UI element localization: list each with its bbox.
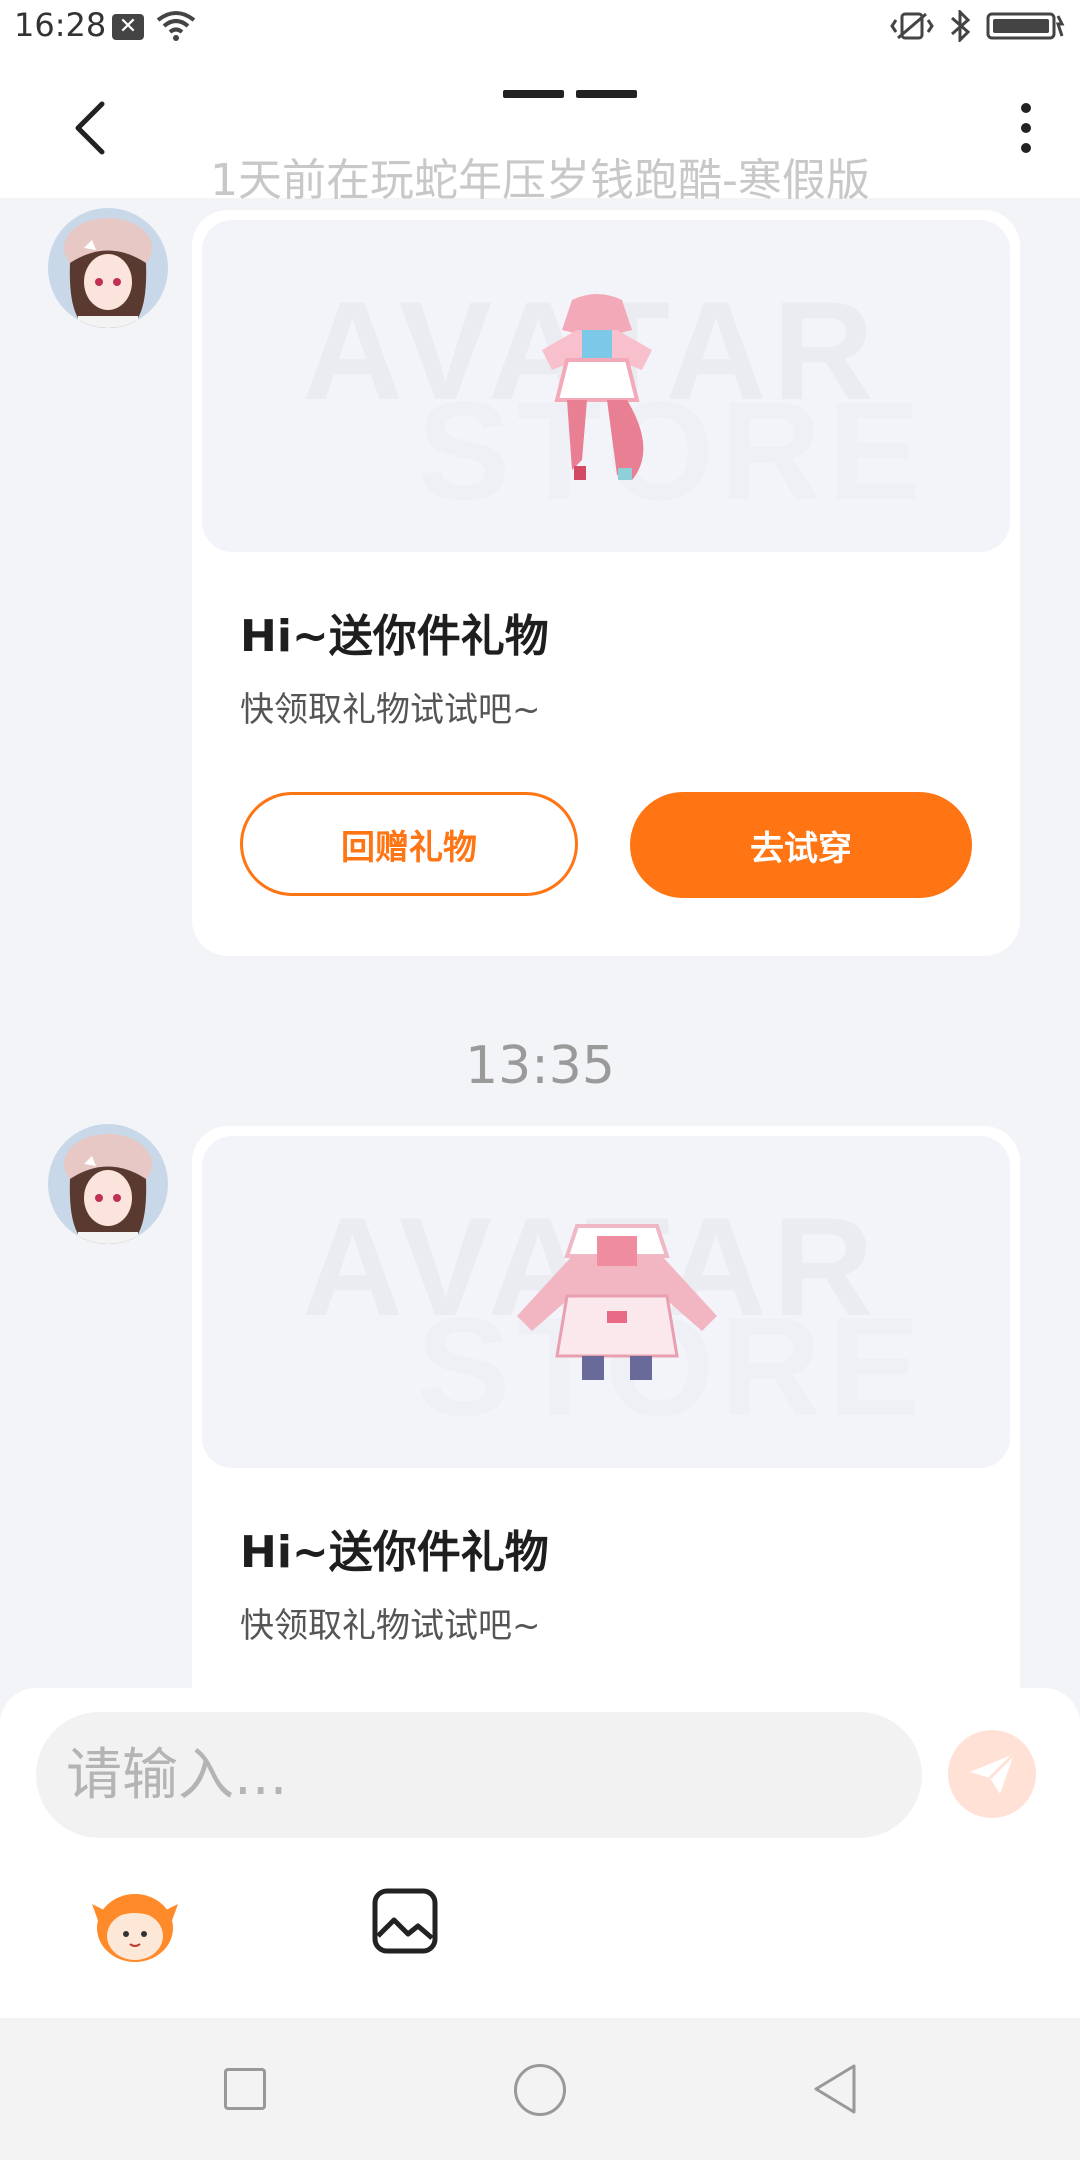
- return-gift-button[interactable]: 回赠礼物: [240, 792, 578, 896]
- gift-card-subtitle: 快领取礼物试试吧~: [240, 690, 541, 730]
- system-nav-bar: [0, 2018, 1080, 2160]
- status-time: 16:28: [14, 6, 107, 44]
- battery-icon: [986, 12, 1065, 40]
- home-icon[interactable]: [514, 2064, 566, 2116]
- vibrate-icon: [890, 12, 934, 40]
- sender-avatar[interactable]: [48, 208, 168, 328]
- gift-card[interactable]: AVATAR STORE Hi~送你件礼物 快领取礼物试试吧~ 回赠礼物 去试穿: [192, 210, 1020, 956]
- recent-apps-icon[interactable]: [224, 2068, 266, 2110]
- outfit-figure: [517, 1224, 717, 1380]
- contact-name-masked: [503, 90, 637, 98]
- mascot-sticker-icon[interactable]: [90, 1886, 180, 1966]
- input-panel: [0, 1688, 1080, 2018]
- send-button[interactable]: [948, 1730, 1036, 1818]
- activity-subtitle: 1天前在玩蛇年压岁钱跑酷-寒假版: [210, 155, 870, 206]
- try-on-button[interactable]: 去试穿: [630, 792, 972, 898]
- wifi-icon: [156, 11, 196, 41]
- gift-card-title: Hi~送你件礼物: [240, 1527, 549, 1578]
- notification-x-icon: ✕: [112, 14, 144, 40]
- bluetooth-icon: [951, 10, 971, 42]
- message-input[interactable]: [36, 1712, 922, 1838]
- gift-preview-image[interactable]: AVATAR STORE: [202, 1136, 1010, 1468]
- image-icon[interactable]: [372, 1888, 438, 1954]
- more-vert-icon[interactable]: [1006, 98, 1046, 158]
- send-icon: [970, 1752, 1016, 1794]
- sender-avatar[interactable]: [48, 1124, 168, 1244]
- gift-card-subtitle: 快领取礼物试试吧~: [240, 1606, 541, 1646]
- gift-preview-image[interactable]: AVATAR STORE: [202, 220, 1010, 552]
- chat-header: 1天前在玩蛇年压岁钱跑酷-寒假版: [0, 54, 1080, 206]
- gift-card[interactable]: AVATAR STORE Hi~送你件礼物 快领取礼物试试吧~: [192, 1126, 1020, 1746]
- nav-back-icon[interactable]: [810, 2062, 860, 2116]
- status-bar: 16:28 ✕: [0, 0, 1080, 54]
- gift-card-title: Hi~送你件礼物: [240, 611, 549, 662]
- outfit-figure: [542, 294, 652, 480]
- message-timestamp: 13:35: [465, 1036, 615, 1096]
